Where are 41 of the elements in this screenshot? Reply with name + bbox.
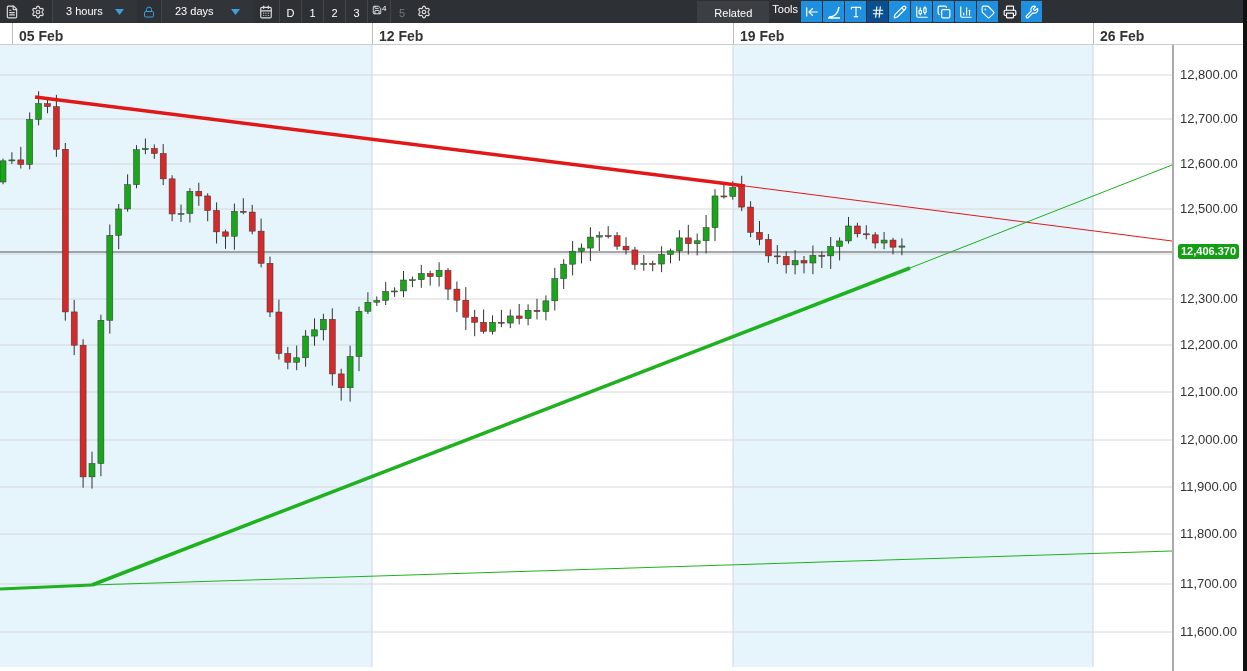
- printer-icon: [1002, 4, 1017, 19]
- date-label: 26 Feb: [1100, 28, 1145, 44]
- curve-icon: [826, 4, 841, 19]
- bars-icon: [958, 4, 973, 19]
- price-label: 12,700.00: [1180, 112, 1238, 125]
- interval-dropdown[interactable]: 3 hours: [52, 0, 137, 23]
- price-label: 12,600.00: [1180, 157, 1238, 170]
- candlestick-icon: [914, 4, 929, 19]
- wrench-icon: [1024, 4, 1039, 19]
- date-label: 05 Feb: [19, 28, 64, 44]
- text-icon: [848, 4, 863, 19]
- related-button[interactable]: Related: [697, 0, 770, 23]
- price-label: 11,700.00: [1180, 577, 1237, 590]
- tag-icon: [980, 4, 995, 19]
- date-label: 12 Feb: [379, 28, 424, 44]
- price-label: 12,200.00: [1180, 338, 1238, 351]
- exit-icon: [804, 4, 819, 19]
- lock-icon[interactable]: [143, 5, 155, 18]
- settings-icon[interactable]: [31, 4, 45, 19]
- price-label: 11,600.00: [1180, 625, 1237, 638]
- date-label: 19 Feb: [740, 28, 785, 44]
- windows-icon: [936, 4, 951, 19]
- tool-button[interactable]: [867, 1, 888, 22]
- grid-icon: [870, 4, 885, 19]
- caret-icon: [231, 8, 240, 15]
- price-tag: 12,406.370: [1178, 244, 1240, 259]
- price-label: 12,300.00: [1180, 292, 1238, 305]
- calendar-icon[interactable]: [259, 4, 273, 19]
- document-icon[interactable]: [5, 4, 19, 19]
- caret-icon: [115, 8, 124, 15]
- save-icon: [372, 5, 382, 15]
- price-label: 12,100.00: [1180, 385, 1238, 398]
- price-label: 12,000.00: [1180, 433, 1238, 446]
- price-label: 11,900.00: [1180, 480, 1237, 493]
- range-dropdown[interactable]: 23 days: [161, 0, 253, 23]
- pencil-icon: [892, 4, 907, 19]
- price-label: 11,800.00: [1180, 527, 1237, 540]
- settings-icon[interactable]: [417, 4, 432, 19]
- price-label: 12,800.00: [1180, 68, 1238, 81]
- price-label: 12,500.00: [1180, 202, 1238, 215]
- tools-label: Tools: [771, 2, 799, 18]
